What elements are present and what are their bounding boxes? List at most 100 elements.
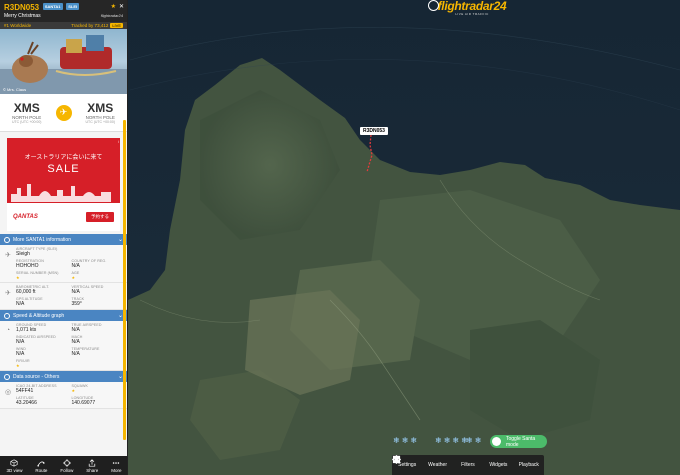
indicated-airspeed-field: INDICATED AIRSPEED N/A	[16, 335, 72, 345]
fir-field: FIR/UIR ★	[16, 359, 127, 368]
ad-headline: オーストラリアに会いに来て	[24, 155, 103, 161]
callsign: R3DN053	[4, 3, 40, 12]
origin-airport[interactable]: XMS NORTH POLE UTC (UTC +00:00)	[12, 101, 41, 124]
gps-alt-value: N/A	[16, 301, 25, 307]
ad-cta-button[interactable]: 予約する	[86, 212, 114, 222]
share-button[interactable]: Share	[86, 458, 99, 473]
3d-view-label: 3D view	[6, 467, 23, 473]
snowflake-icon: ❄	[466, 436, 473, 445]
origin-timezone: UTC (UTC +00:00)	[12, 120, 42, 124]
snowflake-icon: ❄	[443, 436, 451, 445]
aircraft-type-field: AIRCRAFT TYPE (SLEI) Sleigh	[16, 247, 127, 257]
squawk-field: SQUAWK ★	[72, 384, 128, 394]
altitude-icon: ✈	[5, 290, 11, 297]
star-icon[interactable]: ★	[111, 3, 116, 10]
flightradar24-logo: flightradar24 LIVE AIR TRAFFIC	[428, 0, 507, 16]
ad-info-icon[interactable]: i	[118, 139, 119, 144]
route-button[interactable]: Route	[35, 459, 47, 473]
baro-alt-value: 60,000 ft	[16, 289, 36, 295]
graph-icon	[4, 312, 10, 319]
snowflake-icon: ❄	[401, 436, 409, 445]
true-airspeed-field: TRUE AIRSPEED N/A	[72, 323, 128, 333]
baro-alt-field: BAROMETRIC ALT. 60,000 ft	[16, 285, 72, 295]
santa-mode-toggle[interactable]: Toggle Santa mode	[490, 435, 547, 448]
more-dots-icon	[113, 461, 120, 464]
longitude-value: 140.69077	[71, 400, 96, 406]
wind-value: N/A	[16, 351, 25, 357]
header-actions: ★ ✕	[111, 3, 124, 10]
longitude-field: LONGITUDE 140.69077	[72, 396, 128, 406]
locked-star-icon: ★	[71, 388, 76, 393]
speed-details: ◔ GROUND SPEED 1,071 kts TRUE AIRSPEED N…	[0, 321, 127, 371]
follow-label: Follow	[60, 467, 74, 473]
follow-button[interactable]: Follow	[60, 458, 74, 473]
route-icon	[37, 461, 45, 467]
wind-field: WIND N/A	[16, 347, 72, 357]
map-toolbar: Settings Weather Filters Widgets Playbac…	[392, 455, 544, 475]
photo-credit: © Mrs. Claus	[3, 87, 27, 92]
gps-alt-field: GPS ALTITUDE N/A	[16, 297, 72, 307]
filters-button[interactable]: Filters	[392, 455, 482, 468]
aircraft-label[interactable]: R3DN053	[360, 127, 388, 135]
snowflake-group-2: ❄ ❄ ❄ ❄	[435, 436, 468, 445]
country-value: N/A	[71, 263, 80, 269]
toggle-label: Toggle Santa mode	[506, 435, 536, 448]
aircraft-photo[interactable]: © Mrs. Claus	[0, 29, 127, 94]
snowflake-group-3: ❄ ❄	[466, 436, 481, 445]
icao-value: 54FF41	[16, 388, 34, 394]
share-label: Share	[86, 467, 99, 473]
close-icon[interactable]: ✕	[119, 3, 124, 10]
data-source-section[interactable]: Data source - Others ⌄	[0, 371, 127, 382]
destination-code: XMS	[87, 101, 114, 115]
radar-logo-icon	[428, 0, 439, 11]
temperature-value: N/A	[71, 351, 80, 357]
aircraft-type-value: Sleigh	[16, 251, 30, 257]
flight-badge: SANTA1	[42, 3, 63, 10]
snowflake-icon: ❄	[474, 436, 482, 445]
track-field: TRACK 359°	[72, 297, 128, 307]
data-source-label: Data source - Others	[13, 373, 60, 380]
3d-view-button[interactable]: 3D view	[6, 458, 23, 473]
playback-label: Playback	[518, 462, 539, 468]
country-field: COUNTRY OF REG. N/A	[72, 259, 128, 269]
locked-star-icon: ★	[16, 275, 20, 280]
ground-speed-field: GROUND SPEED 1,071 kts	[16, 323, 72, 333]
aircraft-icon: ✈	[5, 252, 11, 259]
santa-sleigh-illustration	[0, 35, 127, 94]
clock-history-icon	[392, 455, 401, 464]
registration-field: REGISTRATION HOHOHO	[16, 259, 72, 269]
route-summary: XMS NORTH POLE UTC (UTC +00:00) ✈ XMS NO…	[0, 94, 127, 132]
route-label: Route	[35, 467, 48, 473]
airplane-icon: ✈	[55, 104, 72, 121]
aircraft-details: ✈ AIRCRAFT TYPE (SLEI) Sleigh REGISTRATI…	[0, 245, 127, 283]
live-badge: LIVE	[110, 23, 123, 28]
widgets-label: Widgets	[489, 462, 508, 468]
ad-sale: SALE	[47, 163, 80, 175]
widgets-button[interactable]: Widgets	[392, 455, 512, 468]
registration-value: HOHOHO	[16, 263, 39, 269]
vertical-speed-field: VERTICAL SPEED N/A	[72, 285, 128, 295]
temperature-field: TEMPERATURE N/A	[72, 347, 128, 357]
playback-button[interactable]: Playback	[392, 455, 543, 468]
indicated-airspeed-value: N/A	[16, 339, 25, 345]
icao-field: ICAO 24-BIT ADDRESS 54FF41	[16, 384, 72, 394]
snowflake-icon: ❄	[393, 436, 400, 445]
serial-field: SERIAL NUMBER (MSN) ★	[16, 271, 72, 280]
filters-label: Filters	[461, 462, 475, 468]
rank-bar: #1 Worldwide Tracked by 73,412 LIVE	[0, 22, 127, 29]
skyline-illustration	[11, 184, 111, 202]
more-button[interactable]: More	[111, 459, 121, 473]
weather-button[interactable]: Weather	[392, 455, 452, 468]
snowflake-icon: ❄	[435, 436, 442, 445]
destination-airport[interactable]: XMS NORTH POLE UTC (UTC +00:00)	[86, 101, 115, 124]
panel-header: R3DN053 SANTA1 SLEI Merry Christmas ★ ✕ …	[0, 0, 127, 22]
share-icon	[89, 458, 96, 467]
advertisement-banner[interactable]: i オーストラリアに会いに来て SALE QANTAS 予約する	[7, 138, 120, 231]
more-info-section[interactable]: More SANTA1 information ⌄	[0, 234, 127, 245]
destination-timezone: UTC (UTC +00:00)	[85, 120, 115, 124]
flight-info-panel: R3DN053 SANTA1 SLEI Merry Christmas ★ ✕ …	[0, 0, 128, 475]
panel-bottom-nav: 3D view Route Follow Share More	[0, 456, 127, 475]
speed-altitude-graph-section[interactable]: Speed & Altitude graph ⌄	[0, 310, 127, 321]
weather-label: Weather	[428, 462, 447, 468]
panel-scrollbar[interactable]	[123, 120, 126, 440]
